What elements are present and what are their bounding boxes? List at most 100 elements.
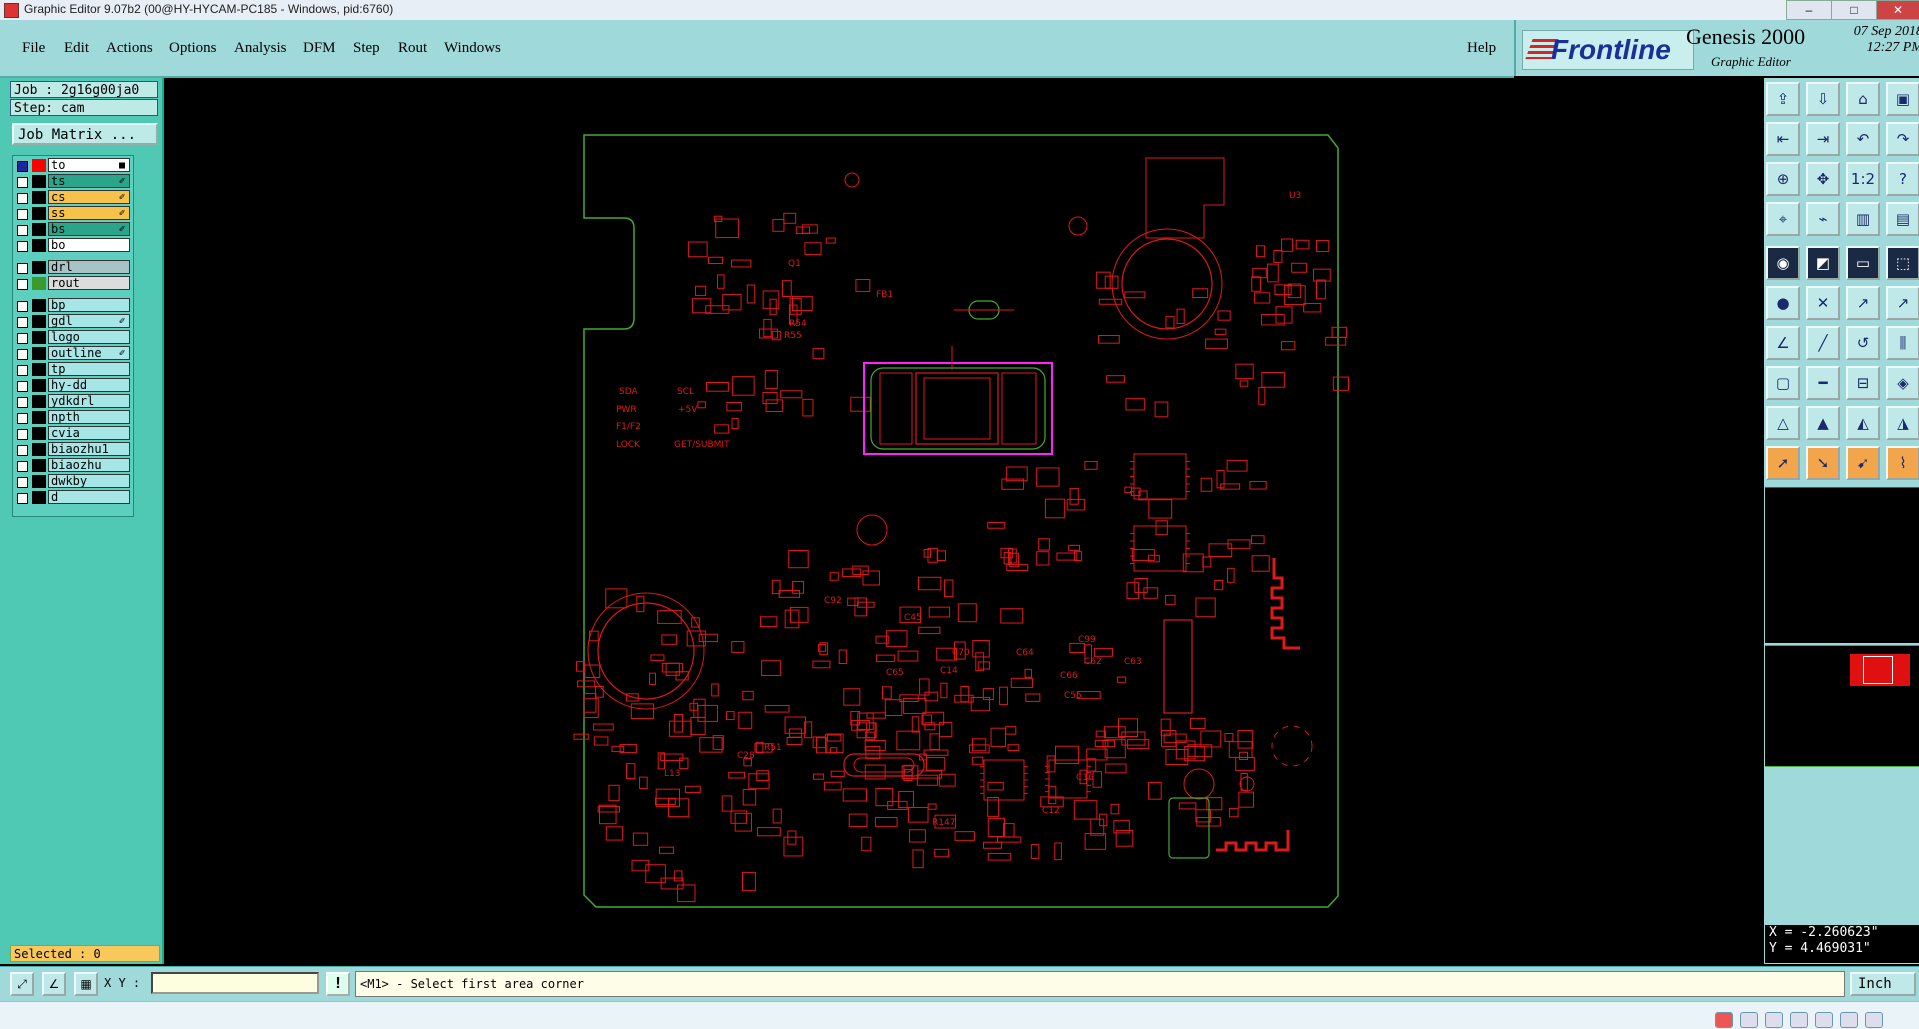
layer-row-to[interactable]: to ■ (13, 158, 133, 173)
pointer-icon[interactable]: ➚ (1766, 446, 1800, 480)
layer-row-biaozhu[interactable]: biaozhu (13, 458, 133, 473)
layer-name[interactable]: hy-dd (48, 378, 130, 392)
layer-name[interactable]: ydkdrl (48, 394, 130, 408)
layer-row-bs[interactable]: bs ✐ (13, 222, 133, 237)
layer-name[interactable]: npth (48, 410, 130, 424)
layer-checkbox[interactable] (17, 225, 28, 236)
pointer3-icon[interactable]: ➹ (1846, 446, 1880, 480)
layer-color-swatch[interactable] (32, 299, 46, 312)
tray-icon[interactable] (1740, 1012, 1758, 1028)
unit-selector[interactable]: Inch (1850, 972, 1916, 996)
zone-icon[interactable]: ◩ (1806, 246, 1840, 280)
layer-row-d[interactable]: d (13, 490, 133, 505)
layer-checkbox[interactable] (17, 461, 28, 472)
menu-windows[interactable]: Windows (444, 40, 501, 57)
pcb-drawing[interactable]: SDA SCL PWR +5V F1/F2 LOCK GET/SUBMIT C99 C70 C64… (164, 78, 1764, 964)
minimize-button[interactable]: – (1786, 0, 1832, 20)
net-icon[interactable]: ⌁ (1806, 202, 1840, 236)
layer-color-swatch[interactable] (32, 239, 46, 252)
maximize-button[interactable]: □ (1831, 0, 1877, 20)
layer-name[interactable]: bs ✐ (48, 222, 130, 236)
overview-viewport[interactable] (1863, 656, 1893, 684)
undo-icon[interactable]: ↶ (1846, 122, 1880, 156)
pointer2-icon[interactable]: ➘ (1806, 446, 1840, 480)
layer-name[interactable]: dwkby (48, 474, 130, 488)
layer-checkbox[interactable] (17, 445, 28, 456)
xy-input[interactable] (151, 972, 319, 994)
layer-name[interactable]: gdl ✐ (48, 314, 130, 328)
layer-checkbox[interactable] (17, 429, 28, 440)
save-icon[interactable]: ⇩ (1806, 82, 1840, 116)
layer-checkbox[interactable] (17, 193, 28, 204)
tri3-icon[interactable]: ◭ (1846, 406, 1880, 440)
angle-icon[interactable]: ∠ (1766, 326, 1800, 360)
layer-checkbox[interactable] (17, 317, 28, 328)
tri4-icon[interactable]: ◮ (1886, 406, 1919, 440)
menu-step[interactable]: Step (353, 40, 380, 57)
overview-map[interactable] (1765, 645, 1919, 767)
select-icon[interactable]: ⬚ (1886, 246, 1919, 280)
grid-icon[interactable]: ▦ (74, 972, 98, 996)
layer-color-swatch[interactable] (32, 363, 46, 376)
layer-color-swatch[interactable] (32, 459, 46, 472)
layer-checkbox[interactable] (17, 493, 28, 504)
slot-icon[interactable]: ⊟ (1846, 366, 1880, 400)
layer-name[interactable]: logo (48, 330, 130, 344)
layer-color-swatch[interactable] (32, 223, 46, 236)
pin-icon[interactable]: ⫼ (1886, 326, 1919, 360)
layer-row-rout[interactable]: rout (13, 276, 133, 291)
layer-row-dwkby[interactable]: dwkby (13, 474, 133, 489)
layer-color-swatch[interactable] (32, 315, 46, 328)
layer-row-npth[interactable]: npth (13, 410, 133, 425)
shape-icon[interactable]: ◈ (1886, 366, 1919, 400)
layer-color-swatch[interactable] (32, 411, 46, 424)
layer-name[interactable]: d (48, 490, 130, 504)
redo-icon[interactable]: ↷ (1886, 122, 1919, 156)
layer-color-swatch[interactable] (32, 443, 46, 456)
layer-color-swatch[interactable] (32, 427, 46, 440)
graphic-canvas[interactable]: SDA SCL PWR +5V F1/F2 LOCK GET/SUBMIT C99 C70 C64… (164, 78, 1764, 964)
arc-icon[interactable]: ↺ (1846, 326, 1880, 360)
layer-row-ts[interactable]: ts ✐ (13, 174, 133, 189)
layer-checkbox[interactable] (17, 349, 28, 360)
tri-icon[interactable]: △ (1766, 406, 1800, 440)
layer-name[interactable]: bo (48, 238, 130, 252)
layer-color-swatch[interactable] (32, 277, 46, 290)
layer-checkbox[interactable] (17, 365, 28, 376)
layer-name[interactable]: drl (48, 260, 130, 274)
menu-rout[interactable]: Rout (398, 40, 427, 57)
open-icon[interactable]: ⇪ (1766, 82, 1800, 116)
layer-checkbox[interactable] (17, 279, 28, 290)
layer-icon[interactable]: ▥ (1846, 202, 1880, 236)
minus-icon[interactable]: ━ (1806, 366, 1840, 400)
alert-button[interactable]: ! (326, 972, 350, 996)
layer-name[interactable]: bp (48, 298, 130, 312)
layer-name[interactable]: ts ✐ (48, 174, 130, 188)
zoom-in-icon[interactable]: ⤢ (10, 972, 34, 996)
ruler-icon[interactable]: ▭ (1846, 246, 1880, 280)
layer-row-cvia[interactable]: cvia (13, 426, 133, 441)
layer-color-swatch[interactable] (32, 175, 46, 188)
tray-icon[interactable] (1765, 1012, 1783, 1028)
help-icon[interactable]: ? (1886, 162, 1919, 196)
layer-row-bo[interactable]: bo (13, 238, 133, 253)
layer-name[interactable]: cvia (48, 426, 130, 440)
layer-row-tp[interactable]: tp (13, 362, 133, 377)
layer-checkbox[interactable] (17, 397, 28, 408)
home-icon[interactable]: ⌂ (1846, 82, 1880, 116)
menu-analysis[interactable]: Analysis (234, 40, 287, 57)
layer-checkbox[interactable] (17, 209, 28, 220)
layer-name[interactable]: biaozhu (48, 458, 130, 472)
copy-icon[interactable]: ↗ (1886, 286, 1919, 320)
tray-icon[interactable] (1865, 1012, 1883, 1028)
layer-row-ydkdrl[interactable]: ydkdrl (13, 394, 133, 409)
menu-file[interactable]: File (22, 40, 45, 57)
layer-color-swatch[interactable] (32, 331, 46, 344)
layer-name[interactable]: to ■ (48, 158, 130, 172)
layer-color-swatch[interactable] (32, 379, 46, 392)
layer-checkbox[interactable] (17, 177, 28, 188)
layer-checkbox[interactable] (17, 161, 28, 172)
measure-icon[interactable]: ∠ (42, 972, 66, 996)
layer-checkbox[interactable] (17, 413, 28, 424)
layer-row-biaozhu1[interactable]: biaozhu1 (13, 442, 133, 457)
